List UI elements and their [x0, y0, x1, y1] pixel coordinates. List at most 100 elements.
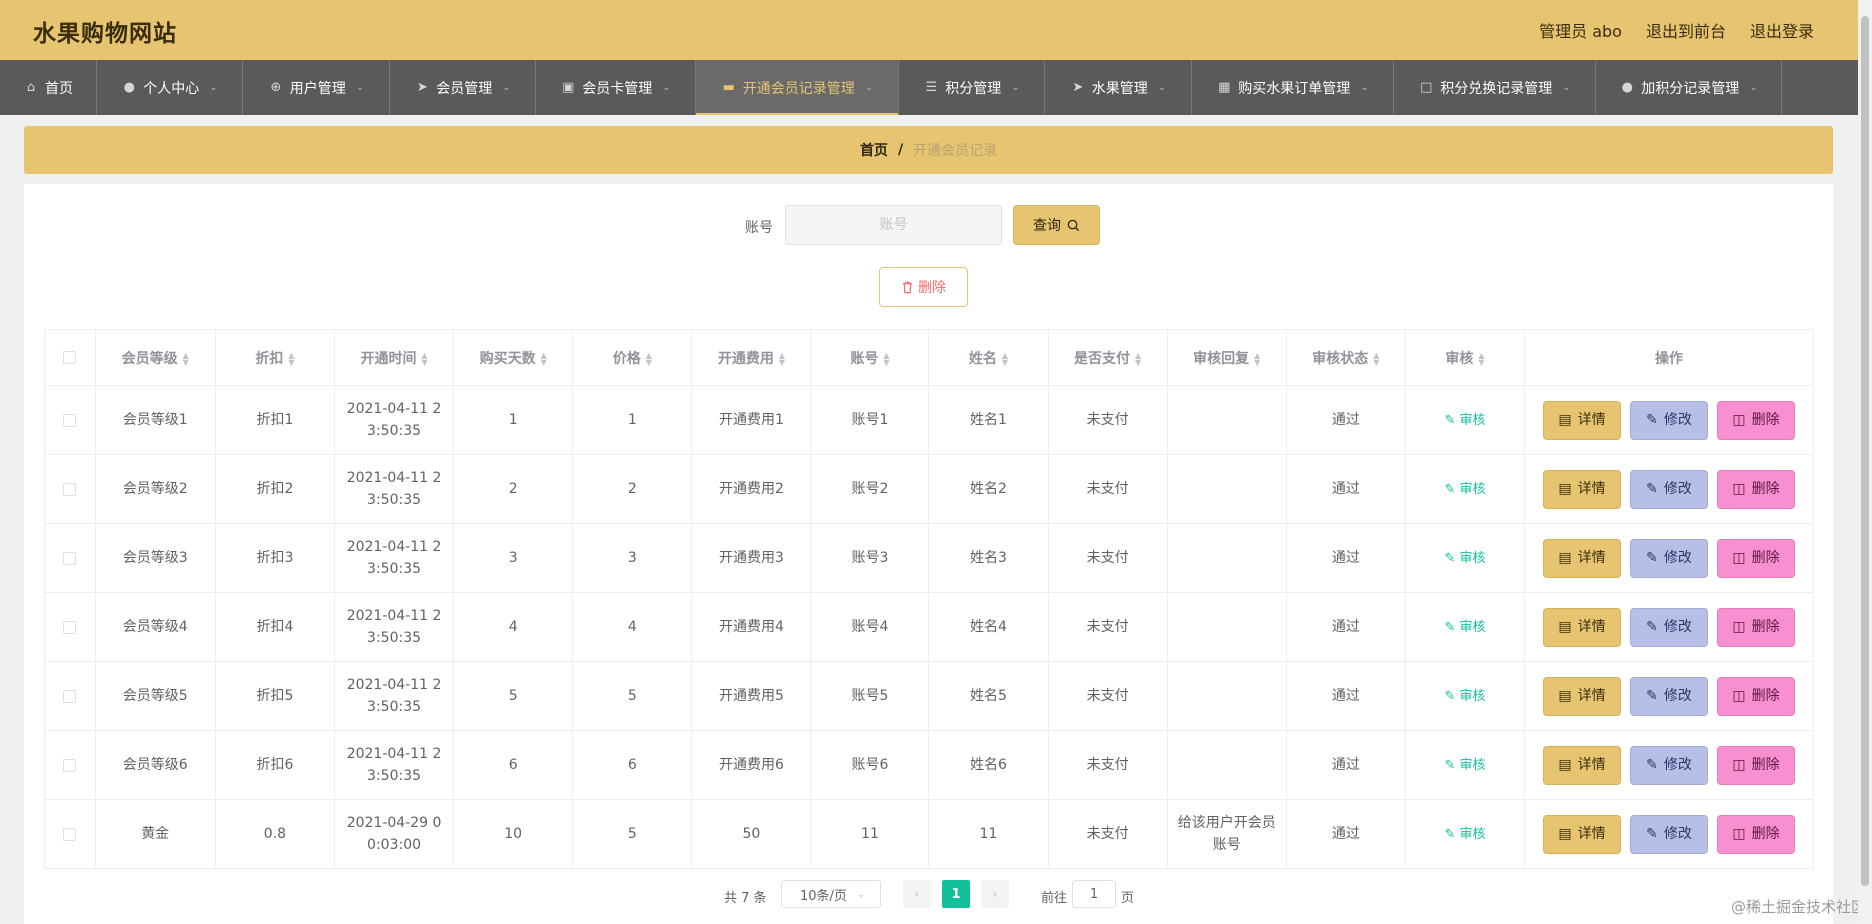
row-checkbox[interactable]: [63, 758, 77, 772]
nav-item-9[interactable]: □ 积分兑换记录管理 ⌄: [1394, 60, 1596, 115]
column-header-label: 会员等级: [121, 350, 178, 367]
cell-status: 通过: [1285, 454, 1406, 524]
row-select-cell: [44, 523, 96, 593]
batch-delete-button[interactable]: 删除: [879, 267, 968, 307]
edit-icon: ✎: [1444, 412, 1456, 428]
goto-page-input[interactable]: [1072, 880, 1116, 908]
nav-item-8[interactable]: ▦ 购买水果订单管理 ⌄: [1192, 60, 1394, 115]
edit-button[interactable]: ✎ 修改: [1630, 469, 1709, 509]
page-size-select[interactable]: 10条/页 ⌄: [781, 880, 881, 908]
nav-item-10[interactable]: ● 加积分记录管理 ⌄: [1596, 60, 1782, 115]
table-row: 会员等级1 折扣1 2021-04-11 23:50:35 1 1 开通费用1 账号1 姓名1…: [44, 385, 1814, 455]
sort-icon[interactable]: ▲ ▼: [288, 351, 294, 366]
delete-button-label: 删除: [1751, 619, 1780, 635]
document-icon: ▤: [1558, 550, 1572, 566]
sort-icon[interactable]: ▲ ▼: [421, 351, 427, 366]
logout-link[interactable]: 退出登录: [1750, 18, 1814, 42]
edit-button[interactable]: ✎ 修改: [1630, 745, 1709, 785]
detail-button[interactable]: ▤ 详情: [1543, 814, 1622, 854]
detail-button[interactable]: ▤ 详情: [1543, 538, 1622, 578]
column-header[interactable]: 是否支付 ▲ ▼: [1047, 329, 1168, 386]
column-header[interactable]: 价格 ▲ ▼: [572, 329, 693, 386]
column-header[interactable]: 会员等级 ▲ ▼: [94, 329, 216, 386]
detail-button[interactable]: ▤ 详情: [1543, 676, 1622, 716]
sort-icon[interactable]: ▲ ▼: [1254, 351, 1260, 366]
audit-link[interactable]: ✎ 审核: [1444, 689, 1485, 704]
breadcrumb-home[interactable]: 首页: [860, 140, 888, 160]
nav-item-0[interactable]: ⌂ 首页: [0, 60, 97, 115]
scrollbar[interactable]: [1858, 0, 1872, 924]
sort-icon[interactable]: ▲ ▼: [183, 351, 189, 366]
nav-item-3[interactable]: ➤ 会员管理 ⌄: [390, 60, 536, 115]
delete-button[interactable]: ◫ 删除: [1717, 538, 1796, 578]
audit-link[interactable]: ✎ 审核: [1444, 620, 1485, 635]
detail-button[interactable]: ▤ 详情: [1543, 745, 1622, 785]
sort-icon[interactable]: ▲ ▼: [779, 351, 785, 366]
delete-button[interactable]: ◫ 删除: [1717, 469, 1796, 509]
sort-icon[interactable]: ▲ ▼: [883, 351, 889, 366]
column-header[interactable]: 开通时间 ▲ ▼: [333, 329, 455, 386]
column-header[interactable]: 审核 ▲ ▼: [1404, 329, 1526, 386]
column-header[interactable]: 账号 ▲ ▼: [810, 329, 930, 386]
header-select-all[interactable]: [44, 329, 96, 386]
sort-icon[interactable]: ▲ ▼: [541, 351, 547, 366]
delete-button[interactable]: ◫ 删除: [1717, 745, 1796, 785]
delete-button[interactable]: ◫ 删除: [1717, 814, 1796, 854]
detail-button[interactable]: ▤ 详情: [1543, 469, 1622, 509]
select-all-checkbox[interactable]: [63, 351, 77, 364]
sort-icon[interactable]: ▲ ▼: [1135, 351, 1141, 366]
column-header[interactable]: 审核回复 ▲ ▼: [1166, 329, 1287, 386]
nav-item-1[interactable]: ● 个人中心 ⌄: [97, 60, 243, 115]
delete-button[interactable]: ◫ 删除: [1717, 607, 1796, 647]
nav-item-4[interactable]: ▣ 会员卡管理 ⌄: [536, 60, 696, 115]
nav-item-2[interactable]: ⊕ 用户管理 ⌄: [243, 60, 390, 115]
next-page-button[interactable]: ›: [981, 880, 1009, 908]
audit-link[interactable]: ✎ 审核: [1444, 758, 1485, 773]
audit-link[interactable]: ✎ 审核: [1444, 551, 1485, 566]
column-header[interactable]: 开通费用 ▲ ▼: [691, 329, 812, 386]
cell-discount: 折扣2: [214, 454, 335, 524]
cell-name: 姓名4: [928, 592, 1049, 662]
audit-link[interactable]: ✎ 审核: [1444, 413, 1485, 428]
cell-name: 姓名5: [928, 661, 1049, 731]
row-checkbox[interactable]: [63, 620, 77, 634]
edit-button[interactable]: ✎ 修改: [1630, 676, 1709, 716]
delete-button[interactable]: ◫ 删除: [1717, 400, 1796, 440]
chevron-down-icon: ⌄: [1562, 82, 1571, 93]
nav-item-7[interactable]: ➤ 水果管理 ⌄: [1045, 60, 1192, 115]
row-checkbox[interactable]: [63, 689, 77, 703]
to-front-link[interactable]: 退出到前台: [1646, 18, 1726, 42]
sort-icon[interactable]: ▲ ▼: [1478, 351, 1484, 366]
cell-audit: ✎ 审核: [1404, 799, 1526, 869]
page-number-current[interactable]: 1: [942, 880, 970, 908]
column-header[interactable]: 审核状态 ▲ ▼: [1285, 329, 1406, 386]
nav-item-5[interactable]: ▬ 开通会员记录管理 ⌄: [696, 60, 899, 115]
detail-button[interactable]: ▤ 详情: [1543, 607, 1622, 647]
row-checkbox[interactable]: [63, 827, 77, 841]
delete-button-label: 删除: [1751, 412, 1780, 428]
search-input[interactable]: [785, 205, 1002, 245]
row-checkbox[interactable]: [63, 551, 77, 565]
delete-button[interactable]: ◫ 删除: [1717, 676, 1796, 716]
cell-time: 2021-04-29 00:03:00: [333, 799, 455, 869]
audit-link[interactable]: ✎ 审核: [1444, 827, 1485, 842]
sort-icon[interactable]: ▲ ▼: [646, 351, 652, 366]
row-checkbox[interactable]: [63, 413, 77, 427]
edit-button[interactable]: ✎ 修改: [1630, 400, 1709, 440]
cell-operations: ▤ 详情 ✎ 修改 ◫ 删除: [1524, 454, 1814, 524]
column-header[interactable]: 折扣 ▲ ▼: [214, 329, 335, 386]
edit-button[interactable]: ✎ 修改: [1630, 814, 1709, 854]
audit-link[interactable]: ✎ 审核: [1444, 482, 1485, 497]
search-button[interactable]: 查询: [1013, 205, 1100, 245]
row-checkbox[interactable]: [63, 482, 77, 496]
column-header[interactable]: 购买天数 ▲ ▼: [453, 329, 574, 386]
edit-button[interactable]: ✎ 修改: [1630, 607, 1709, 647]
sort-icon[interactable]: ▲ ▼: [1002, 351, 1008, 366]
detail-button[interactable]: ▤ 详情: [1543, 400, 1622, 440]
column-header[interactable]: 姓名 ▲ ▼: [928, 329, 1049, 386]
scrollbar-thumb[interactable]: [1861, 16, 1869, 886]
nav-item-6[interactable]: ☰ 积分管理 ⌄: [899, 60, 1045, 115]
prev-page-button[interactable]: ‹: [903, 880, 931, 908]
edit-button[interactable]: ✎ 修改: [1630, 538, 1709, 578]
sort-icon[interactable]: ▲ ▼: [1373, 351, 1379, 366]
